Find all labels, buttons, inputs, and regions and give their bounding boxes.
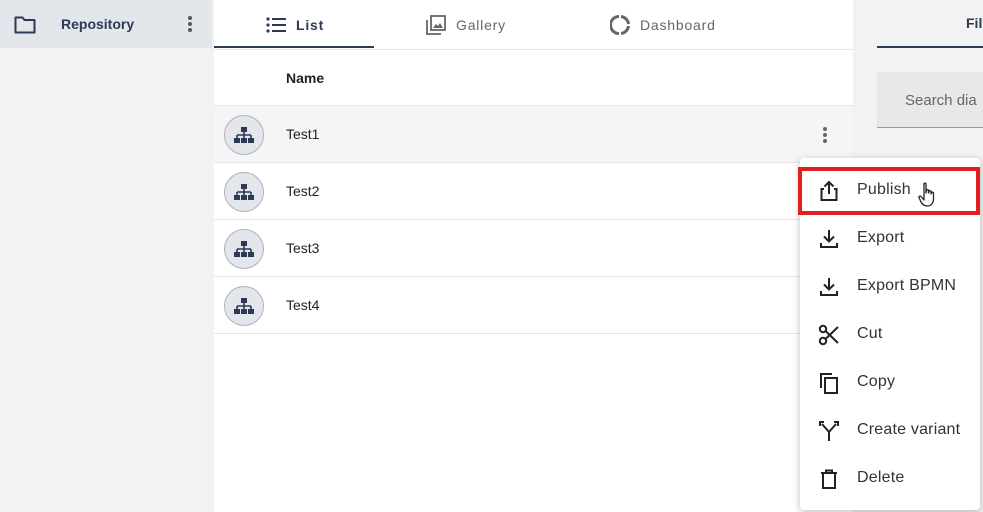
tab-label: Gallery — [456, 16, 506, 33]
menu-item-label: Cut — [857, 325, 883, 342]
menu-item-delete[interactable]: Delete — [800, 454, 980, 502]
active-tab-indicator — [877, 46, 983, 48]
folder-icon — [14, 16, 36, 34]
menu-item-publish[interactable]: Publish — [800, 166, 980, 214]
menu-item-cut[interactable]: Cut — [800, 310, 980, 358]
more-options-icon[interactable] — [184, 14, 196, 34]
sidebar-item-label: Repository — [61, 16, 135, 32]
tab-label: List — [296, 16, 325, 33]
table-header: Name — [214, 50, 853, 106]
view-tabs: List Gallery Dashboard — [214, 0, 853, 50]
diagram-icon — [224, 286, 264, 326]
menu-item-label: Delete — [857, 469, 905, 486]
sidebar-item-repository[interactable]: Repository — [0, 0, 212, 48]
list-icon — [266, 16, 286, 33]
copy-icon — [820, 373, 838, 394]
tab-gallery[interactable]: Gallery — [426, 0, 506, 49]
menu-item-create-variant[interactable]: Create variant — [800, 406, 980, 454]
diagram-icon — [224, 115, 264, 155]
menu-item-export-bpmn[interactable]: Export BPMN — [800, 262, 980, 310]
menu-item-label: Export — [857, 229, 905, 246]
row-name: Test1 — [286, 126, 320, 142]
diagram-icon — [224, 229, 264, 269]
tab-label: Dashboard — [640, 16, 716, 33]
publish-icon — [820, 180, 838, 201]
fork-icon — [819, 421, 839, 441]
gallery-icon — [426, 14, 446, 35]
menu-item-export[interactable]: Export — [800, 214, 980, 262]
tab-list[interactable]: List — [266, 0, 324, 49]
main-content: List Gallery Dashboard Name Test1 Test2 … — [214, 0, 853, 512]
menu-item-label: Create variant — [857, 421, 961, 438]
download-icon — [820, 230, 838, 248]
hand-cursor-icon — [918, 182, 935, 207]
column-header-name[interactable]: Name — [286, 70, 324, 86]
download-icon — [820, 278, 838, 296]
dashboard-icon — [610, 14, 630, 35]
trash-icon — [821, 469, 837, 489]
table-row[interactable]: Test1 — [214, 106, 853, 163]
menu-item-copy[interactable]: Copy — [800, 358, 980, 406]
table-row[interactable]: Test4 — [214, 277, 853, 334]
row-name: Test3 — [286, 240, 320, 256]
row-name: Test2 — [286, 183, 320, 199]
menu-item-label: Export BPMN — [857, 277, 957, 294]
search-input[interactable]: Search dia — [877, 72, 983, 128]
sidebar: Repository — [0, 0, 214, 512]
table-row[interactable]: Test3 — [214, 220, 853, 277]
more-options-icon[interactable] — [819, 125, 831, 145]
scissors-icon — [818, 324, 839, 346]
tab-filter[interactable]: Fil — [966, 15, 982, 31]
tab-dashboard[interactable]: Dashboard — [610, 0, 716, 49]
active-tab-indicator — [214, 46, 374, 48]
menu-item-label: Copy — [857, 373, 896, 390]
context-menu: Publish Export Export BPMN Cut Copy Crea… — [800, 158, 980, 510]
diagram-icon — [224, 172, 264, 212]
table-row[interactable]: Test2 — [214, 163, 853, 220]
row-name: Test4 — [286, 297, 320, 313]
menu-item-label: Publish — [857, 181, 911, 198]
search-placeholder: Search dia — [905, 92, 977, 109]
